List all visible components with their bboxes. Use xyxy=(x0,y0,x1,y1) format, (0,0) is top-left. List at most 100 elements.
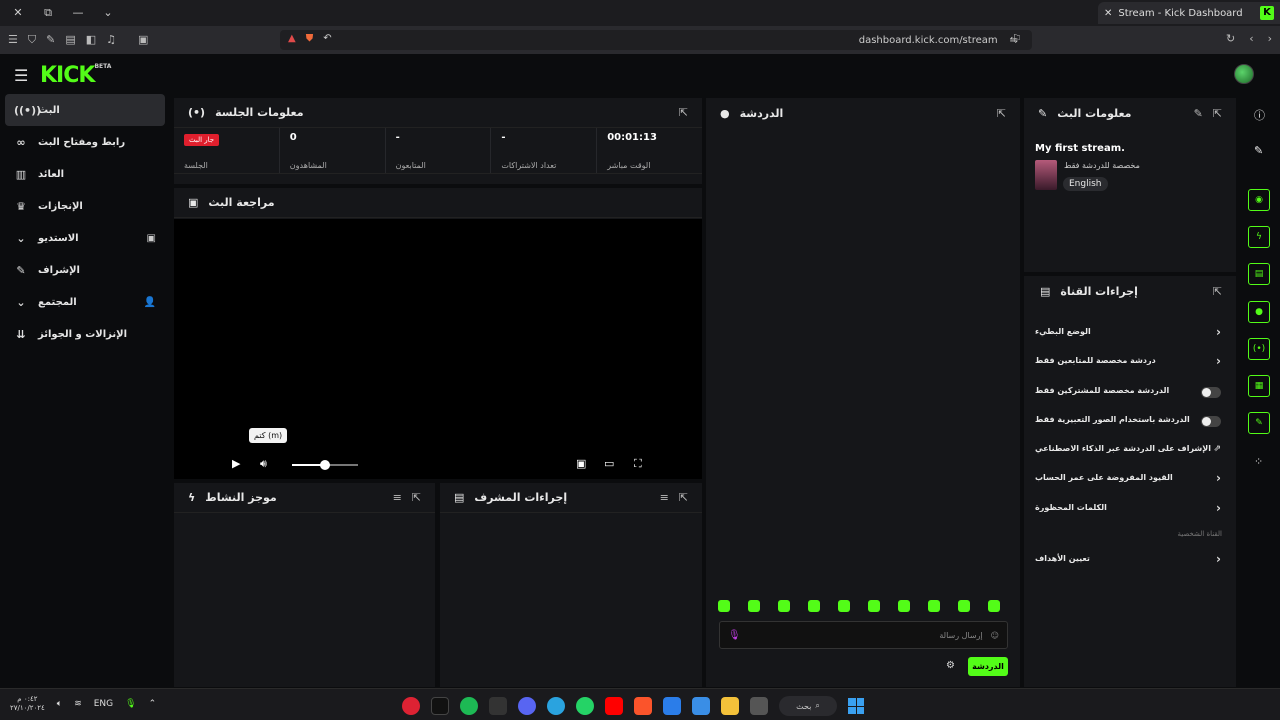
rewards-icon[interactable]: ▲ xyxy=(288,33,296,44)
shield-icon[interactable]: ⛉ xyxy=(28,33,36,47)
video-player[interactable]: كتم (m) ▶ 🔊︎ ▣ ▭ ⛶ xyxy=(174,219,702,479)
wifi-icon[interactable]: ≋ xyxy=(74,699,82,709)
fullscreen-icon[interactable]: ⛶ xyxy=(634,457,642,471)
followers-only-row[interactable]: دردشة مخصصة للمتابعين فقط › xyxy=(1035,354,1225,370)
theater-icon[interactable]: ▭ xyxy=(604,457,614,470)
music-icon[interactable]: ♫ xyxy=(106,33,116,47)
restore-window-icon[interactable]: ⧉ xyxy=(40,6,56,20)
app-icon[interactable] xyxy=(489,697,507,715)
bookmark-icon[interactable]: ⚐ xyxy=(1012,32,1022,45)
emote-only-toggle[interactable] xyxy=(1201,416,1221,427)
tiktok-icon[interactable] xyxy=(431,697,449,715)
mail-icon[interactable] xyxy=(663,697,681,715)
telegram-icon[interactable] xyxy=(547,697,565,715)
language-indicator[interactable]: ENG xyxy=(94,699,113,709)
kick-logo[interactable]: KICKBETA xyxy=(40,63,111,88)
chevron-up-icon[interactable]: ⌃ xyxy=(149,699,157,709)
pip-icon[interactable]: ▣ xyxy=(576,457,586,470)
browser-tab[interactable]: ✕ Stream - Kick Dashboard K xyxy=(1098,2,1280,24)
emote-icon[interactable] xyxy=(838,600,850,612)
tab-search-icon[interactable]: ⌄ xyxy=(100,6,116,20)
app-icon[interactable] xyxy=(402,697,420,715)
sidebar-item-community[interactable]: ⌄ المجتمع 👤 xyxy=(0,286,170,318)
back-icon[interactable]: ↶ xyxy=(323,33,331,44)
popout-icon[interactable]: ⇱ xyxy=(1213,107,1222,120)
filter-icon[interactable]: ≡ xyxy=(660,491,669,504)
menu-icon[interactable]: ☰ xyxy=(8,33,18,47)
reload-icon[interactable]: ↻ xyxy=(1226,32,1235,45)
whatsapp-icon[interactable] xyxy=(576,697,594,715)
set-goals-row[interactable]: تعيين الأهداف › xyxy=(1035,552,1225,568)
filter-icon[interactable]: ≡ xyxy=(393,491,402,504)
pin-icon[interactable]: ✎ xyxy=(46,33,55,47)
emote-icon[interactable] xyxy=(988,600,1000,612)
windows-start-icon[interactable] xyxy=(848,698,864,714)
account-age-row[interactable]: القيود المفروضة على عمر الحساب › xyxy=(1035,471,1225,487)
emote-icon[interactable] xyxy=(718,600,730,612)
brave-shield-icon[interactable]: ⛊ xyxy=(306,33,314,44)
sidebar-item-drops[interactable]: ⇊ الإنزالات و الجوائز xyxy=(0,318,170,350)
activity-widget-icon[interactable]: ϟ xyxy=(1248,226,1270,248)
popout-icon[interactable]: ⇱ xyxy=(679,491,688,504)
tools-widget-icon[interactable]: ✎ xyxy=(1248,412,1270,434)
tab-close-icon[interactable]: ✕ xyxy=(1104,8,1112,19)
sidebar-item-revenue[interactable]: ▥ العائد xyxy=(0,158,170,190)
emote-icon[interactable] xyxy=(808,600,820,612)
preview-widget-icon[interactable]: ◉ xyxy=(1248,189,1270,211)
nav-back-icon[interactable]: ‹ xyxy=(1249,32,1253,45)
chat-widget-icon[interactable]: ● xyxy=(1248,301,1270,323)
mic-icon[interactable]: 🎙︎ xyxy=(125,699,136,709)
popout-icon[interactable]: ⇱ xyxy=(997,107,1006,120)
folder-icon[interactable] xyxy=(721,697,739,715)
taskbar-search[interactable]: بحث ⌕ xyxy=(779,696,837,716)
popout-icon[interactable]: ⇱ xyxy=(679,106,688,119)
clock[interactable]: ٠:٤٢ م ٢٧/١٠/٢٠٢٤ xyxy=(10,695,45,713)
chat-settings-icon[interactable]: ⚙ xyxy=(946,660,955,671)
emote-icon[interactable] xyxy=(898,600,910,612)
sidebar-item-achievements[interactable]: ♛ الإنجازات xyxy=(0,190,170,222)
discord-icon[interactable] xyxy=(518,697,536,715)
popout-icon[interactable]: ⇱ xyxy=(1213,285,1222,298)
edit-layout-icon[interactable]: ✎ xyxy=(1254,144,1263,157)
hamburger-menu-icon[interactable]: ☰ xyxy=(14,66,28,85)
banned-words-row[interactable]: الكلمات المحظورة › xyxy=(1035,501,1225,517)
emote-icon[interactable] xyxy=(958,600,970,612)
address-bar[interactable]: ▲ ⛊ ↶ dashboard.kick.com/stream ⇋ xyxy=(280,30,1032,50)
mic-icon[interactable]: 🎙︎ xyxy=(728,630,741,641)
chat-message-input[interactable]: 🎙︎ إرسال رسالة ☺ xyxy=(719,621,1008,649)
split-icon[interactable]: ◧ xyxy=(86,33,96,47)
emote-icon[interactable] xyxy=(748,600,760,612)
volume-slider[interactable] xyxy=(292,460,358,470)
user-avatar[interactable] xyxy=(1234,64,1254,84)
edit-icon[interactable]: ✎ xyxy=(1194,107,1203,120)
info-icon[interactable]: ⓘ xyxy=(1254,107,1265,123)
emote-icon[interactable] xyxy=(928,600,940,612)
more-widgets-icon[interactable]: ⁘ xyxy=(1254,455,1263,468)
channel-widget-icon[interactable]: ▦ xyxy=(1248,375,1270,397)
ai-moderation-row[interactable]: الإشراف على الدردشة عبر الذكاء الاصطناعي… xyxy=(1035,444,1225,458)
emoji-icon[interactable]: ☺ xyxy=(991,631,999,640)
store-icon[interactable] xyxy=(692,697,710,715)
sidebar-item-stream-key[interactable]: ∞ رابط ومفتاح البث xyxy=(0,126,170,158)
popout-icon[interactable]: ⇱ xyxy=(412,491,421,504)
subscribers-only-toggle[interactable] xyxy=(1201,387,1221,398)
brave-icon[interactable] xyxy=(634,697,652,715)
speaker-icon[interactable]: 🔈︎ xyxy=(57,699,62,709)
volume-icon[interactable]: 🔊︎ xyxy=(260,457,267,471)
sidebar-item-studio[interactable]: ⌄ الاستديو ▣ xyxy=(0,222,170,254)
emote-icon[interactable] xyxy=(778,600,790,612)
app-icon[interactable] xyxy=(750,697,768,715)
sidebar-item-stream[interactable]: ((•)) البث xyxy=(5,94,165,126)
chat-send-button[interactable]: الدردشة xyxy=(968,657,1008,676)
wallet-icon[interactable]: ▣ xyxy=(138,33,148,47)
mod-widget-icon[interactable]: ▤ xyxy=(1248,263,1270,285)
minimize-window-icon[interactable]: — xyxy=(70,6,86,20)
play-icon[interactable]: ▶ xyxy=(232,457,240,470)
spotify-icon[interactable] xyxy=(460,697,478,715)
nav-forward-icon[interactable]: › xyxy=(1268,32,1272,45)
sidebar-item-moderation[interactable]: ✎ الإشراف xyxy=(0,254,170,286)
close-window-icon[interactable]: ✕ xyxy=(10,6,26,20)
reader-icon[interactable]: ▤ xyxy=(65,33,75,47)
emote-icon[interactable] xyxy=(868,600,880,612)
slow-mode-row[interactable]: الوضع البطيء › xyxy=(1035,325,1225,341)
